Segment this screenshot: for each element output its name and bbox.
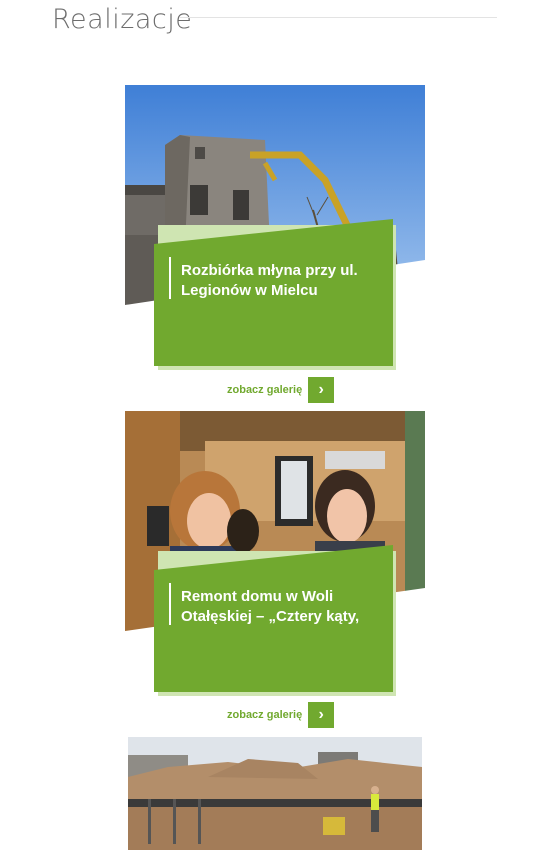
caption-box[interactable]: Remont domu w Woli Otałęskiej – „Cztery … (154, 545, 393, 692)
view-gallery-link[interactable]: zobacz galerię › (227, 702, 335, 728)
realization-card: Rozbiórka młyna przy ul. Legionów w Miel… (125, 85, 425, 405)
realization-photo-construction[interactable] (128, 737, 422, 850)
section-title: Realizacje (52, 4, 193, 35)
realization-title: Rozbiórka młyna przy ul. Legionów w Miel… (181, 262, 358, 299)
view-gallery-label: zobacz galerię (227, 709, 303, 721)
realization-title: Remont domu w Woli Otałęskiej – „Cztery … (181, 588, 360, 625)
caption-box[interactable]: Rozbiórka młyna przy ul. Legionów w Miel… (154, 219, 393, 366)
caption-accent-bar (169, 257, 171, 299)
chevron-right-icon: › (308, 377, 335, 403)
realization-card: Remont domu w Woli Otałęskiej – „Cztery … (125, 411, 425, 731)
chevron-right-icon: › (308, 702, 335, 728)
view-gallery-link[interactable]: zobacz galerię › (227, 377, 335, 403)
view-gallery-label: zobacz galerię (227, 384, 303, 396)
title-divider (180, 17, 497, 18)
caption-accent-bar (169, 583, 171, 625)
